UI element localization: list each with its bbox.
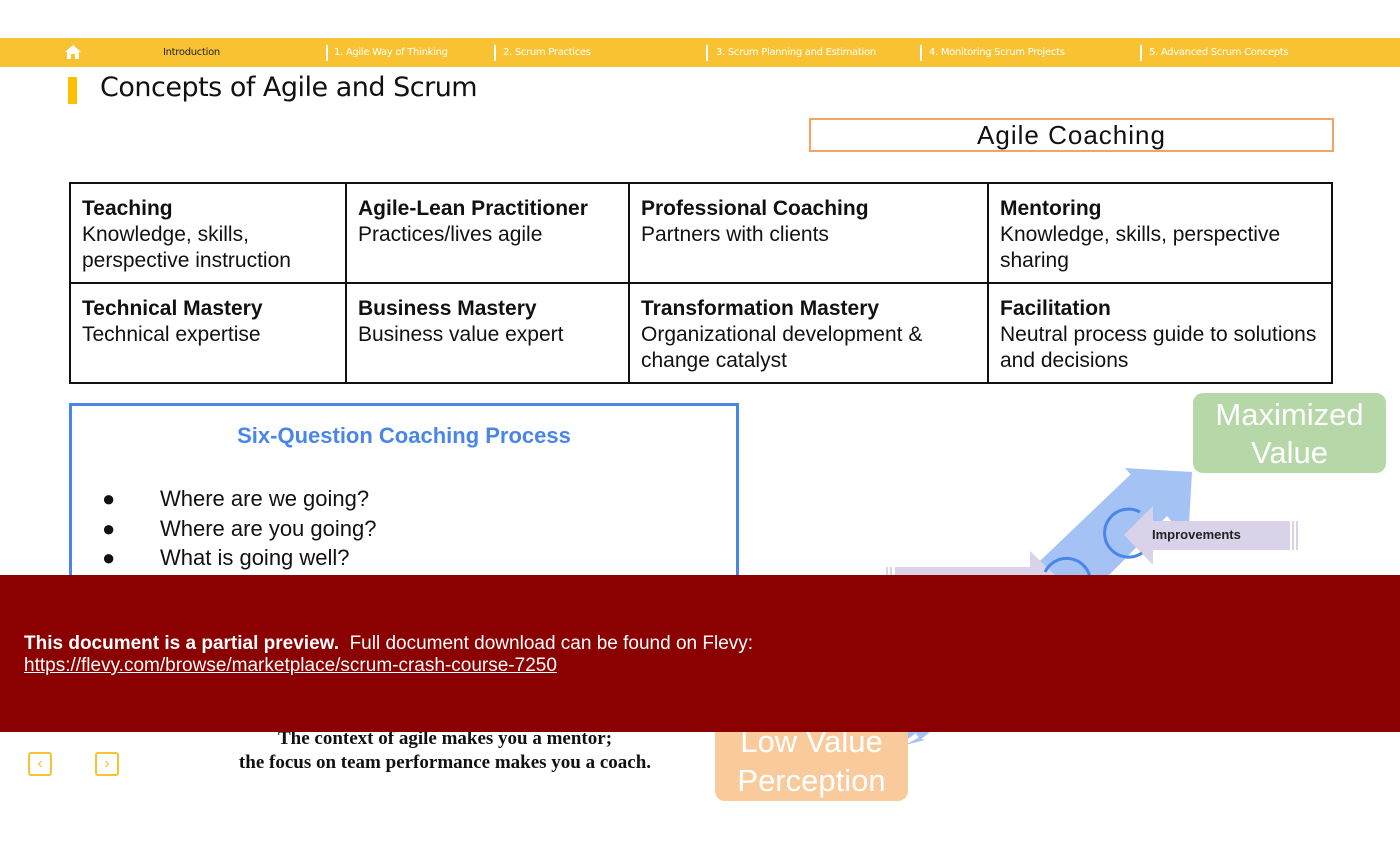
nav-tab-monitoring-scrum[interactable]: 4. Monitoring Scrum Projects bbox=[929, 38, 1065, 67]
maximized-value-box: Maximized Value bbox=[1193, 393, 1386, 473]
banner-message: Full document download can be found on F… bbox=[349, 633, 754, 654]
cell-heading: Transformation Mastery bbox=[641, 297, 880, 320]
chevron-left-icon: ‹ bbox=[37, 755, 43, 772]
nav-tab-introduction[interactable]: Introduction bbox=[163, 38, 220, 67]
cell-text: Technical expertise bbox=[82, 323, 261, 346]
low-value-perception-box: Low Value Perception bbox=[715, 724, 908, 801]
cycle-icon bbox=[1103, 507, 1143, 559]
list-item-text: Where are you going? bbox=[160, 515, 377, 541]
arrow-stripe bbox=[1296, 521, 1298, 550]
cell-text: Partners with clients bbox=[641, 223, 829, 246]
nav-separator bbox=[920, 45, 922, 61]
list-item: ● What is going well? bbox=[102, 543, 599, 573]
table-cell: Technical Mastery Technical expertise bbox=[69, 282, 347, 384]
cell-heading: Technical Mastery bbox=[82, 297, 263, 320]
coaching-quote: The context of agile makes you a mentor;… bbox=[190, 727, 700, 775]
list-item: ● Where are we going? bbox=[102, 484, 599, 514]
banner-bold-text: This document is a partial preview. bbox=[24, 633, 339, 654]
chevron-right-icon: › bbox=[104, 755, 110, 772]
home-icon[interactable] bbox=[64, 44, 82, 60]
download-link[interactable]: https://flevy.com/browse/marketplace/scr… bbox=[24, 655, 557, 676]
six-question-title: Six-Question Coaching Process bbox=[237, 423, 571, 448]
cell-heading: Professional Coaching bbox=[641, 197, 869, 220]
previous-slide-button[interactable]: ‹ bbox=[28, 752, 52, 776]
banner-text: This document is a partial preview. Full… bbox=[24, 633, 753, 677]
cell-text: Neutral process guide to solutions and d… bbox=[1000, 323, 1317, 372]
nav-tab-agile-way-of-thinking[interactable]: 1. Agile Way of Thinking bbox=[334, 38, 448, 67]
bullet-icon: ● bbox=[102, 545, 116, 570]
nav-tab-advanced-scrum[interactable]: 5. Advanced Scrum Concepts bbox=[1149, 38, 1289, 67]
next-slide-button[interactable]: › bbox=[95, 752, 119, 776]
title-accent-bar bbox=[68, 77, 77, 104]
cell-heading: Agile-Lean Practitioner bbox=[358, 197, 588, 220]
section-heading-box: Agile Coaching bbox=[809, 118, 1334, 152]
top-nav-bar: Introduction 1. Agile Way of Thinking 2.… bbox=[0, 38, 1400, 67]
cell-text: Knowledge, skills, perspective sharing bbox=[1000, 223, 1281, 272]
cell-text: Practices/lives agile bbox=[358, 223, 543, 246]
table-cell: Agile-Lean Practitioner Practices/lives a… bbox=[345, 182, 630, 284]
cell-heading: Mentoring bbox=[1000, 197, 1102, 220]
low-value-label: Low Value Perception bbox=[737, 724, 886, 798]
nav-separator bbox=[494, 45, 496, 61]
table-cell: Transformation Mastery Organizational dev… bbox=[628, 282, 989, 384]
list-item-text: Where are we going? bbox=[160, 486, 370, 511]
cell-heading: Business Mastery bbox=[358, 297, 537, 320]
cell-heading: Facilitation bbox=[1000, 297, 1111, 320]
nav-tab-scrum-planning[interactable]: 3. Scrum Planning and Estimation bbox=[716, 38, 876, 67]
table-row: Technical Mastery Technical expertise Bus… bbox=[69, 282, 1333, 384]
nav-tab-scrum-practices[interactable]: 2. Scrum Practices bbox=[503, 38, 591, 67]
coaching-roles-table: Teaching Knowledge, skills, perspective i… bbox=[69, 182, 1333, 384]
bullet-icon: ● bbox=[102, 486, 116, 511]
nav-separator bbox=[326, 45, 328, 61]
list-item: ● Where are you going? bbox=[102, 514, 599, 544]
cell-heading: Teaching bbox=[82, 197, 173, 220]
quote-line: the focus on team performance makes you … bbox=[238, 752, 652, 773]
nav-separator bbox=[1140, 45, 1142, 61]
preview-banner: This document is a partial preview. Full… bbox=[0, 575, 1400, 732]
arrow-tip bbox=[915, 732, 930, 740]
table-cell: Professional Coaching Partners with clien… bbox=[628, 182, 989, 284]
table-cell: Teaching Knowledge, skills, perspective i… bbox=[69, 182, 347, 284]
nav-separator bbox=[706, 45, 708, 61]
bullet-icon: ● bbox=[102, 515, 116, 541]
arrow-stripe bbox=[1292, 521, 1294, 550]
table-cell: Mentoring Knowledge, skills, perspective … bbox=[987, 182, 1333, 284]
table-row: Teaching Knowledge, skills, perspective i… bbox=[69, 182, 1333, 284]
cell-text: Business value expert bbox=[358, 323, 564, 346]
cell-text: Organizational development & change cata… bbox=[641, 323, 923, 372]
table-cell: Facilitation Neutral process guide to sol… bbox=[987, 282, 1333, 384]
table-cell: Business Mastery Business value expert bbox=[345, 282, 630, 384]
list-item-text: What is going well? bbox=[160, 545, 350, 570]
growth-arrow-tail-tip bbox=[905, 738, 925, 745]
improvements-label: Improvements bbox=[1152, 527, 1241, 542]
six-question-box: Six-Question Coaching Process ● Where are… bbox=[69, 403, 739, 603]
page-title: Concepts of Agile and Scrum bbox=[100, 72, 478, 103]
cell-text: Knowledge, skills, perspective instructi… bbox=[82, 223, 291, 272]
